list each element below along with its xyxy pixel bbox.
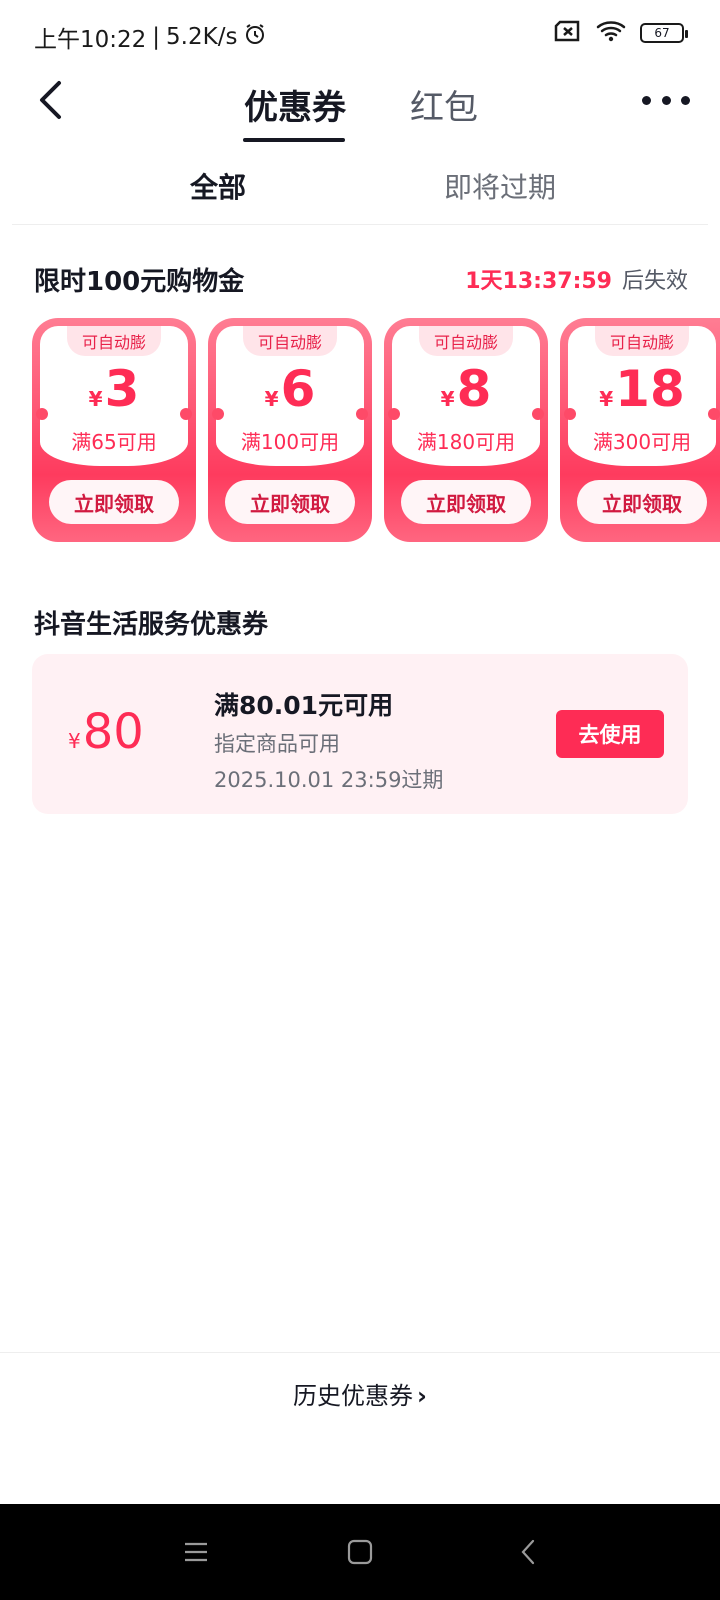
amount-value: 6: [280, 360, 316, 418]
notch: [356, 408, 368, 420]
system-back-button[interactable]: [508, 1532, 548, 1572]
coupon-amount: ¥18: [568, 362, 716, 426]
home-button[interactable]: [340, 1532, 380, 1572]
coupon-face: 可自动膨 ¥3 满65可用: [36, 326, 192, 466]
amount-value: 18: [615, 360, 685, 418]
dot-icon: [681, 95, 690, 105]
chevron-left-icon: [40, 81, 61, 119]
menu-icon: [185, 1542, 207, 1562]
life-coupon-title: 满80.01元可用: [214, 691, 394, 720]
use-button[interactable]: 去使用: [556, 710, 664, 758]
coupon-face: 可自动膨 ¥18 满300可用: [564, 326, 720, 466]
system-nav-bar: [0, 1504, 720, 1600]
chevron-left-icon: [521, 1539, 535, 1565]
history-coupons-link[interactable]: 历史优惠券 ›: [0, 1376, 720, 1411]
notch: [36, 408, 48, 420]
claim-button[interactable]: 立即领取: [49, 480, 179, 524]
coupon-amount: ¥6: [216, 362, 364, 426]
square-icon: [347, 1539, 373, 1565]
amount-value: 8: [456, 360, 492, 418]
notch: [212, 408, 224, 420]
amount-value: 3: [104, 360, 140, 418]
status-bar: 上午10:22 | 5.2K/s 67: [0, 0, 720, 70]
currency-symbol: ¥: [264, 387, 279, 411]
header: 优惠券 红包: [0, 70, 720, 150]
life-coupon-scope: 指定商品可用: [214, 732, 340, 756]
dot-icon: [661, 95, 671, 105]
wifi-icon: [596, 20, 626, 46]
chevron-right-icon: ›: [417, 1382, 427, 1410]
life-service-coupon[interactable]: ¥80 满80.01元可用 指定商品可用 2025.10.01 23:59过期 …: [32, 654, 688, 814]
recent-apps-button[interactable]: [176, 1532, 216, 1572]
network-speed: 5.2K/s: [166, 24, 238, 50]
status-left: 上午10:22 | 5.2K/s: [34, 20, 267, 54]
status-separator: |: [152, 24, 161, 50]
subtab-expiring-soon[interactable]: 即将过期: [444, 166, 556, 206]
auto-expand-tag: 可自动膨: [419, 326, 513, 356]
dot-icon: [642, 95, 651, 105]
notch: [388, 408, 400, 420]
claim-button[interactable]: 立即领取: [225, 480, 355, 524]
battery-icon: 67: [640, 23, 688, 43]
currency-symbol: ¥: [68, 729, 81, 753]
life-coupon-amount: ¥80: [68, 706, 144, 767]
coupon-condition: 满180可用: [416, 430, 516, 454]
shopping-coupon-card[interactable]: 可自动膨 ¥8 满180可用 立即领取: [384, 318, 548, 542]
alarm-icon: [243, 22, 267, 52]
divider: [0, 1352, 720, 1353]
subtab-all[interactable]: 全部: [190, 166, 246, 206]
no-sim-icon: [554, 20, 582, 46]
coupon-condition: 满65可用: [71, 430, 157, 454]
claim-button[interactable]: 立即领取: [401, 480, 531, 524]
coupon-amount: ¥8: [392, 362, 540, 426]
more-options-button[interactable]: [642, 90, 690, 110]
coupon-condition: 满300可用: [592, 430, 692, 454]
limited-section-title: 限时100元购物金: [34, 267, 245, 297]
currency-symbol: ¥: [599, 387, 614, 411]
countdown-suffix: 后失效: [621, 269, 688, 294]
status-time: 上午10:22: [34, 27, 147, 53]
shopping-coupon-card[interactable]: 可自动膨 ¥6 满100可用 立即领取: [208, 318, 372, 542]
status-right: 67: [554, 20, 688, 46]
life-coupon-expiry: 2025.10.01 23:59过期: [214, 768, 444, 792]
auto-expand-tag: 可自动膨: [243, 326, 337, 356]
shopping-coupon-card[interactable]: 可自动膨 ¥18 满300可用 立即领取: [560, 318, 720, 542]
coupon-face: 可自动膨 ¥8 满180可用: [388, 326, 544, 466]
auto-expand-tag: 可自动膨: [595, 326, 689, 356]
battery-level: 67: [654, 26, 670, 40]
notch: [180, 408, 192, 420]
tab-coupons[interactable]: 优惠券: [244, 80, 346, 129]
amount-value: 80: [82, 704, 144, 760]
currency-symbol: ¥: [88, 387, 103, 411]
coupon-face: 可自动膨 ¥6 满100可用: [212, 326, 368, 466]
coupon-condition: 满100可用: [240, 430, 340, 454]
tab-red-packets[interactable]: 红包: [410, 80, 478, 129]
history-label: 历史优惠券: [293, 1382, 414, 1410]
coupon-amount: ¥3: [40, 362, 188, 426]
claim-button[interactable]: 立即领取: [577, 480, 707, 524]
back-button[interactable]: [30, 78, 70, 122]
countdown: 1天13:37:59 后失效: [465, 263, 688, 295]
active-tab-indicator: [243, 138, 345, 142]
auto-expand-tag: 可自动膨: [67, 326, 161, 356]
countdown-time: 1天13:37:59: [465, 269, 612, 294]
life-section-title: 抖音生活服务优惠券: [34, 610, 269, 640]
shopping-coupon-card[interactable]: 可自动膨 ¥3 满65可用 立即领取: [32, 318, 196, 542]
notch: [564, 408, 576, 420]
divider: [12, 224, 708, 225]
currency-symbol: ¥: [440, 387, 455, 411]
notch: [532, 408, 544, 420]
notch: [708, 408, 720, 420]
